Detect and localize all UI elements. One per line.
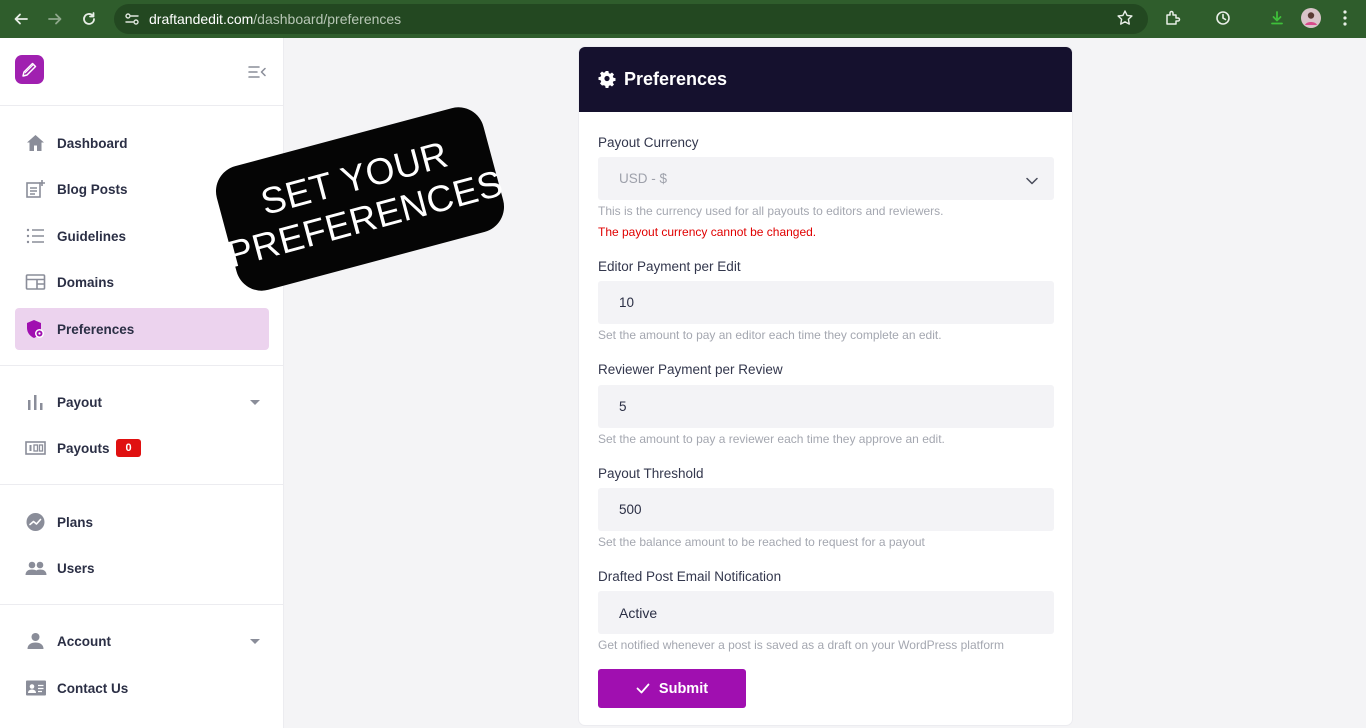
preferences-card: Preferences Payout Currency USD - $ This… [578, 46, 1073, 726]
extensions-icon[interactable] [1162, 7, 1184, 29]
people-icon [25, 558, 47, 578]
sidebar-item-label: Blog Posts [57, 181, 128, 197]
draft-notification-value: Active [619, 604, 658, 621]
sidebar-item-label: Account [57, 633, 111, 649]
download-icon[interactable] [1266, 7, 1288, 29]
draft-notification-select[interactable]: Active [598, 591, 1054, 634]
bar-chart-icon [25, 392, 46, 412]
page-title: Preferences [624, 69, 728, 89]
payout-threshold-value: 500 [619, 502, 642, 517]
payout-currency-select[interactable]: USD - $ [598, 157, 1054, 200]
payout-currency-value: USD - $ [619, 171, 668, 186]
card-header: Preferences [579, 47, 1072, 112]
sidebar-item-plans[interactable]: Plans [15, 501, 269, 543]
submit-button[interactable]: Submit [598, 669, 746, 708]
home-icon [25, 133, 46, 153]
plans-icon [25, 512, 46, 532]
sidebar-item-payout[interactable]: Payout [15, 381, 269, 423]
history-icon[interactable] [1212, 7, 1234, 29]
menu-kebab-icon[interactable] [1334, 7, 1356, 29]
list-icon [25, 226, 46, 246]
editor-payment-label: Editor Payment per Edit [598, 259, 741, 274]
sidebar-item-label: Guidelines [57, 228, 127, 244]
bookmark-star-icon[interactable] [1116, 9, 1134, 27]
payout-currency-label: Payout Currency [598, 135, 699, 150]
sidebar-divider [0, 604, 284, 605]
reload-icon[interactable] [79, 9, 99, 29]
sidebar-item-label: Payout [57, 394, 103, 410]
check-icon [636, 683, 650, 694]
reviewer-payment-label: Reviewer Payment per Review [598, 362, 783, 377]
person-icon [25, 631, 46, 651]
contact-card-icon [25, 678, 46, 698]
sidebar-item-label: Plans [57, 514, 94, 530]
sidebar-item-account[interactable]: Account [15, 620, 269, 662]
editor-payment-help: Set the amount to pay an editor each tim… [598, 328, 942, 342]
reviewer-payment-value: 5 [619, 399, 627, 414]
sidebar-item-preferences[interactable]: Preferences [15, 308, 269, 350]
chevron-down-icon [250, 639, 260, 644]
sidebar-item-users[interactable]: Users [15, 547, 269, 589]
sidebar-item-label: Domains [57, 274, 115, 290]
money-icon [25, 438, 46, 458]
payout-threshold-input[interactable]: 500 [598, 488, 1054, 531]
sidebar-item-label: Contact Us [57, 680, 129, 696]
editor-payment-input[interactable]: 10 [598, 281, 1054, 324]
url-host: draftandedit.com [149, 11, 254, 27]
editor-payment-value: 10 [619, 295, 635, 310]
app-logo-pencil-icon[interactable] [15, 55, 44, 84]
address-bar[interactable]: draftandedit.com/dashboard/preferences [114, 4, 1148, 34]
chevron-down-icon [250, 400, 260, 405]
sidebar-item-label: Preferences [57, 321, 135, 337]
chevron-down-icon [1026, 173, 1038, 185]
sidebar-item-contact-us[interactable]: Contact Us [15, 667, 269, 709]
payouts-count-badge: 0 [116, 439, 141, 457]
collapse-sidebar-icon[interactable] [248, 65, 266, 79]
site-settings-icon[interactable] [123, 10, 141, 28]
sidebar-item-label: Users [57, 560, 95, 576]
sidebar: Dashboard Blog Posts Guidelines Domains … [0, 38, 284, 728]
gear-icon [598, 70, 616, 88]
sidebar-item-label: Dashboard [57, 135, 128, 151]
profile-avatar-icon[interactable] [1300, 7, 1322, 29]
payout-currency-help: This is the currency used for all payout… [598, 204, 944, 218]
payout-currency-error: The payout currency cannot be changed. [598, 225, 817, 239]
sidebar-item-dashboard[interactable]: Dashboard [15, 122, 269, 164]
sidebar-item-payouts[interactable]: Payouts 0 [15, 427, 269, 469]
post-add-icon [25, 179, 46, 199]
submit-label: Submit [658, 680, 709, 697]
reviewer-payment-help: Set the amount to pay a reviewer each ti… [598, 432, 945, 446]
reviewer-payment-input[interactable]: 5 [598, 385, 1054, 428]
draft-notification-label: Drafted Post Email Notification [598, 569, 782, 584]
web-icon [25, 272, 46, 292]
url-text: draftandedit.com/dashboard/preferences [149, 11, 401, 27]
sidebar-divider [0, 105, 284, 106]
payout-threshold-help: Set the balance amount to be reached to … [598, 535, 925, 549]
sidebar-divider [0, 365, 284, 366]
back-icon[interactable] [11, 9, 31, 29]
browser-toolbar: draftandedit.com/dashboard/preferences [0, 0, 1366, 38]
payout-threshold-label: Payout Threshold [598, 466, 704, 481]
sidebar-item-label: Payouts [57, 440, 110, 456]
draft-notification-help: Get notified whenever a post is saved as… [598, 638, 1004, 652]
forward-icon[interactable] [45, 9, 65, 29]
shield-settings-icon [25, 319, 46, 339]
sidebar-divider [0, 484, 284, 485]
url-path: /dashboard/preferences [253, 11, 402, 27]
